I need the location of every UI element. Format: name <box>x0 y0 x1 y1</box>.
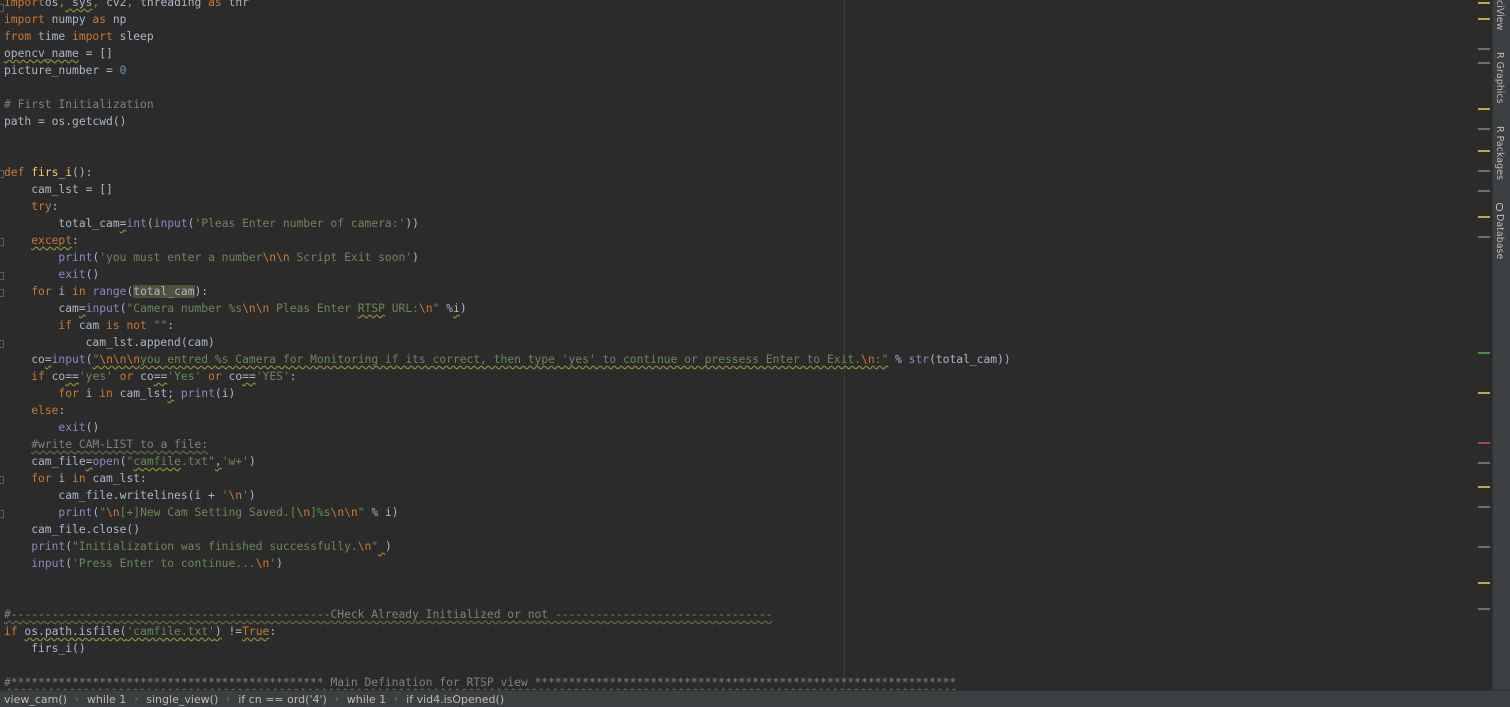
code-line[interactable] <box>4 572 1011 589</box>
code-line[interactable]: cam_lst.append(cam) <box>4 334 1011 351</box>
fold-marker[interactable] <box>0 510 4 518</box>
tab-database-label: Database <box>1494 214 1505 260</box>
code-line[interactable]: picture_number = 0 <box>4 62 1011 79</box>
code-line[interactable]: cam_file.writelines(i + '\n') <box>4 487 1011 504</box>
scroll-marker[interactable] <box>1478 62 1490 64</box>
code-line[interactable]: total_cam=int(input('Pleas Enter number … <box>4 215 1011 232</box>
fold-marker[interactable] <box>0 272 4 280</box>
scroll-marker[interactable] <box>1478 462 1490 464</box>
code-line[interactable]: try: <box>4 198 1011 215</box>
code-line[interactable]: print('you must enter a number\n\n Scrip… <box>4 249 1011 266</box>
scroll-marker[interactable] <box>1478 546 1490 548</box>
scroll-marker[interactable] <box>1478 128 1490 130</box>
breadcrumb-if-cn[interactable]: if cn == ord('4') <box>238 693 327 706</box>
right-tool-window-bar: ciView R Graphics R Packages Database <box>1492 0 1510 690</box>
scroll-marker[interactable] <box>1478 216 1490 218</box>
breadcrumb-bar: view_cam() › while 1 › single_view() › i… <box>0 690 1510 707</box>
code-line[interactable]: cam=input("Camera number %s\n\n Pleas En… <box>4 300 1011 317</box>
tab-r-packages[interactable]: R Packages <box>1494 126 1505 180</box>
code-line[interactable]: import numpy as np <box>4 11 1011 28</box>
breadcrumb-if-vid4[interactable]: if vid4.isOpened() <box>406 693 504 706</box>
chevron-right-icon: › <box>134 693 139 705</box>
code-line[interactable]: path = os.getcwd() <box>4 113 1011 130</box>
scroll-marker[interactable] <box>1478 150 1490 152</box>
code-line[interactable]: if os.path.isfile('camfile.txt') !=True: <box>4 623 1011 640</box>
code-line[interactable] <box>4 79 1011 96</box>
code-line[interactable]: exit() <box>4 419 1011 436</box>
code-line[interactable]: #***************************************… <box>4 674 1011 690</box>
code-line[interactable]: cam_file.close() <box>4 521 1011 538</box>
code-line[interactable]: importos, sys, cv2, threading as thr <box>4 0 1011 11</box>
tab-database[interactable]: Database <box>1494 203 1505 259</box>
code-editor[interactable]: importos, sys, cv2, threading as thr impo… <box>0 0 1476 690</box>
code-line[interactable] <box>4 589 1011 606</box>
code-line[interactable]: for i in range(total_cam): <box>4 283 1011 300</box>
tab-r-graphics[interactable]: R Graphics <box>1494 52 1505 104</box>
code-line[interactable]: #---------------------------------------… <box>4 606 1011 623</box>
scroll-marker[interactable] <box>1478 442 1490 444</box>
chevron-right-icon: › <box>334 693 339 705</box>
code-line[interactable]: if co=='yes' or co=='Yes' or co=='YES': <box>4 368 1011 385</box>
fold-marker[interactable] <box>0 289 4 297</box>
code-line[interactable]: else: <box>4 402 1011 419</box>
code-line[interactable] <box>4 130 1011 147</box>
code-line[interactable]: opencv_name = [] <box>4 45 1011 62</box>
fold-marker[interactable] <box>0 238 4 246</box>
scroll-marker[interactable] <box>1478 352 1490 354</box>
scroll-marker[interactable] <box>1478 48 1490 50</box>
code-line[interactable] <box>4 657 1011 674</box>
tab-sciview[interactable]: ciView <box>1494 0 1505 30</box>
code-line[interactable] <box>4 147 1011 164</box>
code-line[interactable]: co=input("\n\n\nyou entred %s Camera for… <box>4 351 1010 368</box>
fold-marker[interactable] <box>0 340 4 348</box>
code-line[interactable]: except: <box>4 232 1011 249</box>
code-line[interactable]: for i in cam_lst; print(i) <box>4 385 1011 402</box>
fold-marker[interactable] <box>0 170 4 178</box>
code-line[interactable]: input('Press Enter to continue...\n') <box>4 555 1011 572</box>
breadcrumb-while-1[interactable]: while 1 <box>87 693 126 706</box>
code-line[interactable]: firs_i() <box>4 640 1011 657</box>
chevron-right-icon: › <box>74 693 79 705</box>
scroll-marker[interactable] <box>1478 582 1490 584</box>
code-line[interactable]: from time import sleep <box>4 28 1011 45</box>
breadcrumb-while-1-inner[interactable]: while 1 <box>347 693 386 706</box>
code-line[interactable]: if cam is not "": <box>4 317 1011 334</box>
database-icon <box>1495 203 1503 211</box>
code-line[interactable]: print("Initialization was finished succe… <box>4 538 1011 555</box>
fold-marker[interactable] <box>0 4 4 12</box>
chevron-right-icon: › <box>226 693 231 705</box>
fold-marker[interactable] <box>0 476 4 484</box>
code-line[interactable]: #write CAM-LIST to a file: <box>4 436 1011 453</box>
code-line[interactable]: # First Initialization <box>4 96 1011 113</box>
code-line[interactable]: exit() <box>4 266 1011 283</box>
code-line[interactable]: for i in cam_lst: <box>4 470 1011 487</box>
scroll-marker[interactable] <box>1478 2 1490 4</box>
chevron-right-icon: › <box>394 693 399 705</box>
breadcrumb-view-cam[interactable]: view_cam() <box>4 693 67 706</box>
code-line[interactable]: print("\n[+]New Cam Setting Saved.[\n]%s… <box>4 504 1011 521</box>
scroll-marker[interactable] <box>1478 18 1490 20</box>
scroll-marker[interactable] <box>1478 108 1490 110</box>
scroll-marker[interactable] <box>1478 170 1490 172</box>
code-line[interactable]: def firs_i(): <box>4 164 1011 181</box>
error-stripe-scrollbar[interactable] <box>1476 0 1492 690</box>
scroll-marker[interactable] <box>1478 236 1490 238</box>
code-line[interactable]: cam_lst = [] <box>4 181 1011 198</box>
scroll-marker[interactable] <box>1478 190 1490 192</box>
scroll-marker[interactable] <box>1478 608 1490 610</box>
scroll-marker[interactable] <box>1478 506 1490 508</box>
code-line[interactable]: cam_file=open("camfile.txt",'w+') <box>4 453 1011 470</box>
scroll-marker[interactable] <box>1478 392 1490 394</box>
breadcrumb-single-view[interactable]: single_view() <box>146 693 218 706</box>
code-lines[interactable]: importos, sys, cv2, threading as thr impo… <box>4 0 1011 690</box>
scroll-marker[interactable] <box>1478 486 1490 488</box>
